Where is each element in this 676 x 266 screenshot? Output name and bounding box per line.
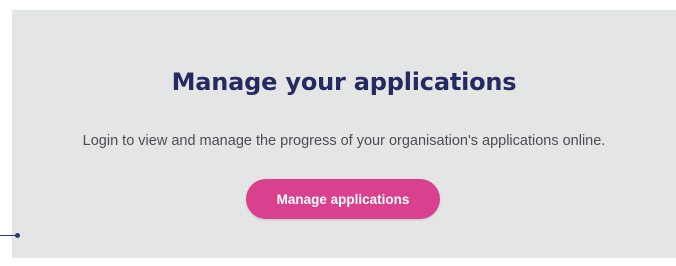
manage-applications-panel: Manage your applications Login to view a… bbox=[12, 10, 676, 258]
annotation-pointer-dot bbox=[15, 233, 20, 238]
manage-applications-button[interactable]: Manage applications bbox=[246, 179, 440, 219]
panel-title: Manage your applications bbox=[171, 68, 517, 96]
panel-description: Login to view and manage the progress of… bbox=[82, 133, 606, 149]
